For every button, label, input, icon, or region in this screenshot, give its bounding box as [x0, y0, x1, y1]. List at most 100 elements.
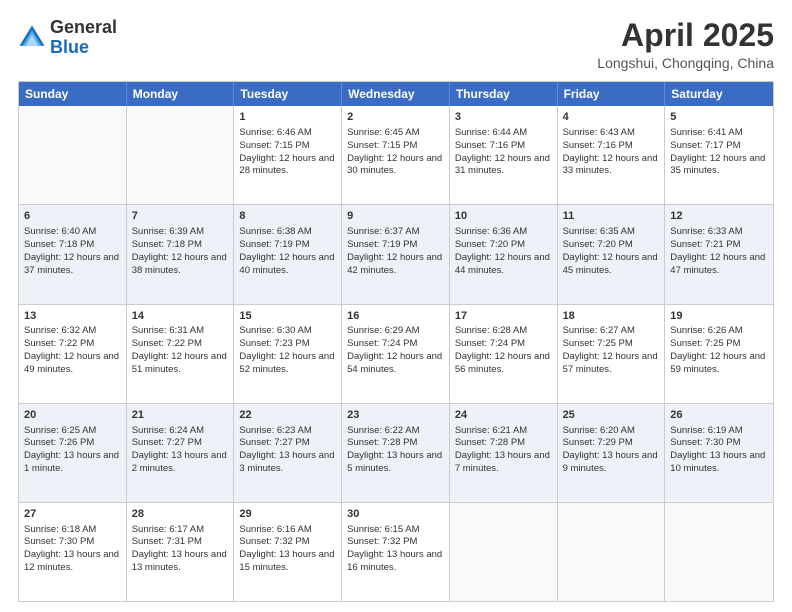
- cal-cell-w4-d5: 24 Sunrise: 6:21 AM Sunset: 7:28 PM Dayli…: [450, 404, 558, 502]
- calendar-header: Sunday Monday Tuesday Wednesday Thursday…: [19, 82, 773, 106]
- day-info-20: Sunrise: 6:25 AM Sunset: 7:26 PM Dayligh…: [24, 425, 119, 474]
- header-monday: Monday: [127, 82, 235, 106]
- day-number-29: 29: [239, 507, 336, 522]
- day-number-13: 13: [24, 309, 121, 324]
- day-info-21: Sunrise: 6:24 AM Sunset: 7:27 PM Dayligh…: [132, 425, 227, 474]
- day-info-23: Sunrise: 6:22 AM Sunset: 7:28 PM Dayligh…: [347, 425, 442, 474]
- day-info-28: Sunrise: 6:17 AM Sunset: 7:31 PM Dayligh…: [132, 524, 227, 573]
- cal-cell-w5-d5: [450, 503, 558, 601]
- cal-cell-w1-d7: 5 Sunrise: 6:41 AM Sunset: 7:17 PM Daylig…: [665, 106, 773, 204]
- day-number-4: 4: [563, 110, 660, 125]
- header-tuesday: Tuesday: [234, 82, 342, 106]
- cal-cell-w5-d7: [665, 503, 773, 601]
- day-info-26: Sunrise: 6:19 AM Sunset: 7:30 PM Dayligh…: [670, 425, 765, 474]
- week-row-1: 1 Sunrise: 6:46 AM Sunset: 7:15 PM Daylig…: [19, 106, 773, 205]
- cal-cell-w2-d5: 10 Sunrise: 6:36 AM Sunset: 7:20 PM Dayli…: [450, 205, 558, 303]
- cal-cell-w3-d7: 19Sunrise: 6:26 AM Sunset: 7:25 PM Dayli…: [665, 305, 773, 403]
- day-info-4: Sunrise: 6:43 AM Sunset: 7:16 PM Dayligh…: [563, 127, 658, 176]
- cal-cell-w3-d3: 15Sunrise: 6:30 AM Sunset: 7:23 PM Dayli…: [234, 305, 342, 403]
- day-number-6: 6: [24, 209, 121, 224]
- header-thursday: Thursday: [450, 82, 558, 106]
- cal-cell-w2-d1: 6 Sunrise: 6:40 AM Sunset: 7:18 PM Daylig…: [19, 205, 127, 303]
- day-number-19: 19: [670, 309, 768, 324]
- day-info-6: Sunrise: 6:40 AM Sunset: 7:18 PM Dayligh…: [24, 226, 119, 275]
- day-info-17: Sunrise: 6:28 AM Sunset: 7:24 PM Dayligh…: [455, 325, 550, 374]
- week-row-4: 20 Sunrise: 6:25 AM Sunset: 7:26 PM Dayli…: [19, 404, 773, 503]
- location: Longshui, Chongqing, China: [597, 55, 774, 71]
- week-row-3: 13Sunrise: 6:32 AM Sunset: 7:22 PM Dayli…: [19, 305, 773, 404]
- cal-cell-w3-d1: 13Sunrise: 6:32 AM Sunset: 7:22 PM Dayli…: [19, 305, 127, 403]
- cal-cell-w4-d6: 25Sunrise: 6:20 AM Sunset: 7:29 PM Dayli…: [558, 404, 666, 502]
- cal-cell-w4-d7: 26 Sunrise: 6:19 AM Sunset: 7:30 PM Dayli…: [665, 404, 773, 502]
- day-number-14: 14: [132, 309, 229, 324]
- day-info-16: Sunrise: 6:29 AM Sunset: 7:24 PM Dayligh…: [347, 325, 442, 374]
- logo-icon: [18, 24, 46, 52]
- cal-cell-w4-d3: 22Sunrise: 6:23 AM Sunset: 7:27 PM Dayli…: [234, 404, 342, 502]
- cal-cell-w5-d2: 28 Sunrise: 6:17 AM Sunset: 7:31 PM Dayli…: [127, 503, 235, 601]
- day-info-12: Sunrise: 6:33 AM Sunset: 7:21 PM Dayligh…: [670, 226, 765, 275]
- cal-cell-w4-d4: 23 Sunrise: 6:22 AM Sunset: 7:28 PM Dayli…: [342, 404, 450, 502]
- header-friday: Friday: [558, 82, 666, 106]
- cal-cell-w1-d2: [127, 106, 235, 204]
- day-number-5: 5: [670, 110, 768, 125]
- logo-blue-text: Blue: [50, 37, 89, 57]
- title-block: April 2025 Longshui, Chongqing, China: [597, 18, 774, 71]
- cal-cell-w1-d5: 3Sunrise: 6:44 AM Sunset: 7:16 PM Daylig…: [450, 106, 558, 204]
- calendar: Sunday Monday Tuesday Wednesday Thursday…: [18, 81, 774, 602]
- day-info-30: Sunrise: 6:15 AM Sunset: 7:32 PM Dayligh…: [347, 524, 442, 573]
- day-info-19: Sunrise: 6:26 AM Sunset: 7:25 PM Dayligh…: [670, 325, 765, 374]
- cal-cell-w1-d3: 1 Sunrise: 6:46 AM Sunset: 7:15 PM Daylig…: [234, 106, 342, 204]
- cal-cell-w3-d2: 14Sunrise: 6:31 AM Sunset: 7:22 PM Dayli…: [127, 305, 235, 403]
- day-info-1: Sunrise: 6:46 AM Sunset: 7:15 PM Dayligh…: [239, 127, 334, 176]
- day-info-2: Sunrise: 6:45 AM Sunset: 7:15 PM Dayligh…: [347, 127, 442, 176]
- cal-cell-w3-d4: 16Sunrise: 6:29 AM Sunset: 7:24 PM Dayli…: [342, 305, 450, 403]
- cal-cell-w2-d6: 11Sunrise: 6:35 AM Sunset: 7:20 PM Dayli…: [558, 205, 666, 303]
- day-number-9: 9: [347, 209, 444, 224]
- day-number-23: 23: [347, 408, 444, 423]
- day-number-1: 1: [239, 110, 336, 125]
- cal-cell-w2-d4: 9 Sunrise: 6:37 AM Sunset: 7:19 PM Daylig…: [342, 205, 450, 303]
- cal-cell-w2-d3: 8Sunrise: 6:38 AM Sunset: 7:19 PM Daylig…: [234, 205, 342, 303]
- header-sunday: Sunday: [19, 82, 127, 106]
- day-info-7: Sunrise: 6:39 AM Sunset: 7:18 PM Dayligh…: [132, 226, 227, 275]
- day-info-18: Sunrise: 6:27 AM Sunset: 7:25 PM Dayligh…: [563, 325, 658, 374]
- day-info-27: Sunrise: 6:18 AM Sunset: 7:30 PM Dayligh…: [24, 524, 119, 573]
- header-wednesday: Wednesday: [342, 82, 450, 106]
- day-number-22: 22: [239, 408, 336, 423]
- cal-cell-w5-d3: 29 Sunrise: 6:16 AM Sunset: 7:32 PM Dayli…: [234, 503, 342, 601]
- cal-cell-w1-d6: 4 Sunrise: 6:43 AM Sunset: 7:16 PM Daylig…: [558, 106, 666, 204]
- day-number-20: 20: [24, 408, 121, 423]
- page: General Blue April 2025 Longshui, Chongq…: [0, 0, 792, 612]
- day-info-10: Sunrise: 6:36 AM Sunset: 7:20 PM Dayligh…: [455, 226, 550, 275]
- cal-cell-w4-d2: 21Sunrise: 6:24 AM Sunset: 7:27 PM Dayli…: [127, 404, 235, 502]
- cal-cell-w5-d4: 30 Sunrise: 6:15 AM Sunset: 7:32 PM Dayli…: [342, 503, 450, 601]
- logo-general-text: General: [50, 17, 117, 37]
- day-info-11: Sunrise: 6:35 AM Sunset: 7:20 PM Dayligh…: [563, 226, 658, 275]
- day-info-15: Sunrise: 6:30 AM Sunset: 7:23 PM Dayligh…: [239, 325, 334, 374]
- day-number-28: 28: [132, 507, 229, 522]
- day-info-3: Sunrise: 6:44 AM Sunset: 7:16 PM Dayligh…: [455, 127, 550, 176]
- cal-cell-w5-d6: [558, 503, 666, 601]
- day-info-14: Sunrise: 6:31 AM Sunset: 7:22 PM Dayligh…: [132, 325, 227, 374]
- logo-text: General Blue: [50, 18, 117, 58]
- day-number-18: 18: [563, 309, 660, 324]
- cal-cell-w1-d4: 2Sunrise: 6:45 AM Sunset: 7:15 PM Daylig…: [342, 106, 450, 204]
- day-number-30: 30: [347, 507, 444, 522]
- day-number-12: 12: [670, 209, 768, 224]
- day-number-10: 10: [455, 209, 552, 224]
- day-number-26: 26: [670, 408, 768, 423]
- day-info-8: Sunrise: 6:38 AM Sunset: 7:19 PM Dayligh…: [239, 226, 334, 275]
- day-number-27: 27: [24, 507, 121, 522]
- day-info-5: Sunrise: 6:41 AM Sunset: 7:17 PM Dayligh…: [670, 127, 765, 176]
- day-number-15: 15: [239, 309, 336, 324]
- cal-cell-w3-d5: 17Sunrise: 6:28 AM Sunset: 7:24 PM Dayli…: [450, 305, 558, 403]
- cal-cell-w2-d7: 12 Sunrise: 6:33 AM Sunset: 7:21 PM Dayli…: [665, 205, 773, 303]
- day-number-24: 24: [455, 408, 552, 423]
- header-saturday: Saturday: [665, 82, 773, 106]
- month-title: April 2025: [597, 18, 774, 53]
- day-info-9: Sunrise: 6:37 AM Sunset: 7:19 PM Dayligh…: [347, 226, 442, 275]
- week-row-2: 6 Sunrise: 6:40 AM Sunset: 7:18 PM Daylig…: [19, 205, 773, 304]
- day-info-24: Sunrise: 6:21 AM Sunset: 7:28 PM Dayligh…: [455, 425, 550, 474]
- day-number-7: 7: [132, 209, 229, 224]
- day-info-29: Sunrise: 6:16 AM Sunset: 7:32 PM Dayligh…: [239, 524, 334, 573]
